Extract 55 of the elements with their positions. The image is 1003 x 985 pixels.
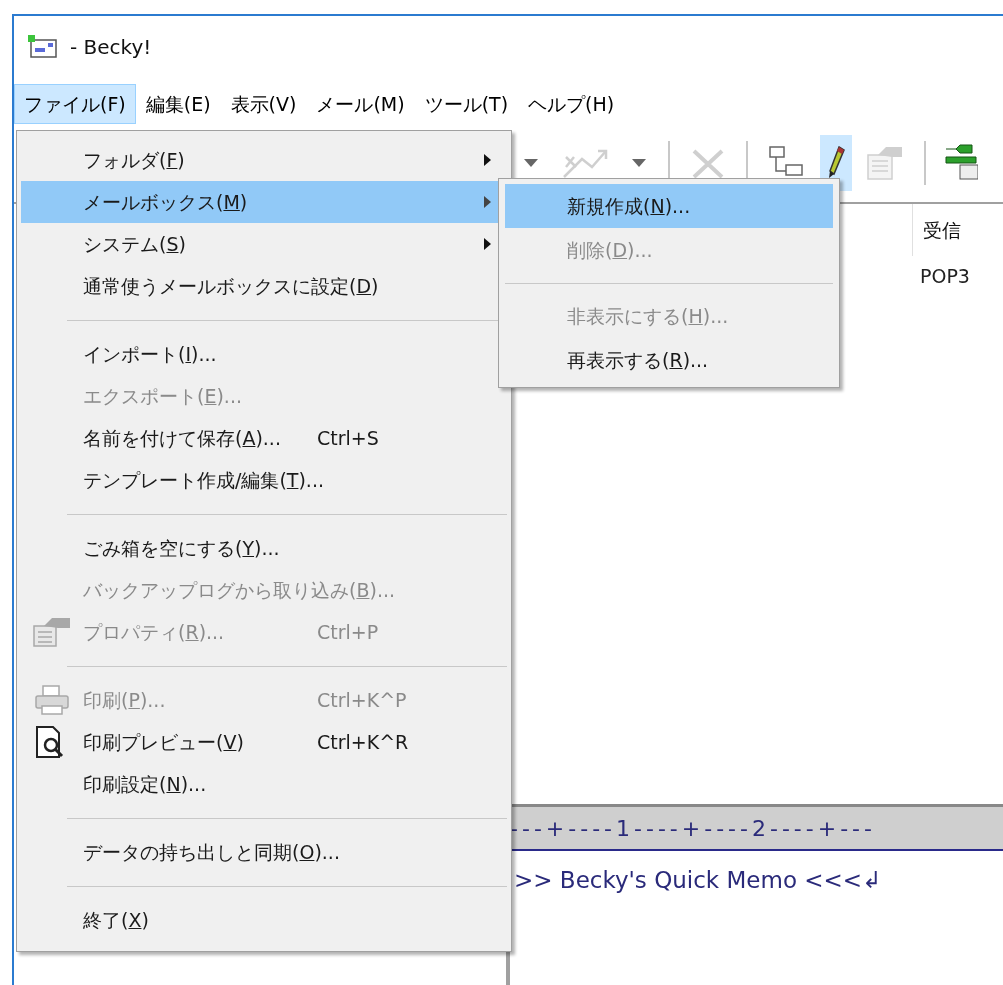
menu-item-label: 名前を付けて保存(A)... (83, 425, 281, 451)
menu-item-label: インポート(I)... (83, 341, 217, 367)
menu-item[interactable]: 名前を付けて保存(A)... Ctrl+S (21, 417, 507, 459)
menu-item[interactable]: ごみ箱を空にする(Y)... (21, 527, 507, 569)
menu-item[interactable]: 終了(X) (21, 899, 507, 941)
submenu-arrow-icon (483, 154, 491, 166)
menu-item-label: 印刷設定(N)... (83, 771, 207, 797)
menu-item-label: テンプレート作成/編集(T)... (83, 467, 324, 493)
menu-item-label: 終了(X) (83, 907, 149, 933)
menu-bar-item[interactable]: 編集(E) (135, 84, 221, 124)
menu-bar-item[interactable]: ツール(T) (414, 84, 519, 124)
submenu-arrow-icon (483, 196, 491, 208)
submenu-arrow-icon (483, 238, 491, 250)
column-header[interactable]: 受信 (923, 215, 961, 245)
menu-item-label: メールボックス(M) (83, 189, 248, 215)
menu-item-label: 再表示する(R)... (567, 347, 709, 373)
menu-item[interactable]: 新規作成(N)... (505, 184, 833, 228)
menu-item-label: 新規作成(N)... (567, 193, 691, 219)
menu-item-label: データの持ち出しと同期(O)... (83, 839, 340, 865)
app-icon (28, 35, 58, 59)
ruler: ---+----1----+----2----+--- (510, 807, 1003, 851)
menu-item[interactable]: 印刷設定(N)... (21, 763, 507, 805)
menu-item[interactable]: 再表示する(R)... (505, 338, 833, 382)
dropdown-caret-icon (524, 159, 538, 167)
menu-bar-item[interactable]: ヘルプ(H) (518, 84, 625, 124)
menu-item-label: プロパティ(R)... (83, 619, 225, 645)
menu-item-label: 通常使うメールボックスに設定(D) (83, 273, 379, 299)
menu-item-label: ごみ箱を空にする(Y)... (83, 535, 280, 561)
shortcut-label: Ctrl+K^P (317, 687, 408, 713)
menu-item[interactable]: フォルダ(F) (21, 139, 507, 181)
menu-bar-item[interactable]: メール(M) (306, 84, 415, 124)
window-title: - Becky! (70, 34, 152, 61)
menu-item-label: エクスポート(E)... (83, 383, 242, 409)
menu-item-label: 印刷(P)... (83, 687, 166, 713)
menu-item[interactable]: データの持ち出しと同期(O)... (21, 831, 507, 873)
table-cell-text: POP3 (920, 263, 970, 289)
shortcut-label: Ctrl+S (317, 425, 380, 451)
menu-item-label: 削除(D)... (567, 237, 653, 263)
menu-item[interactable]: 印刷プレビュー(V) Ctrl+K^R (21, 721, 507, 763)
menu-item-label: バックアップログから取り込み(B)... (83, 577, 395, 603)
menu-item-label: システム(S) (83, 231, 186, 257)
pencil-icon (826, 145, 846, 181)
shortcut-label: Ctrl+K^R (317, 729, 410, 755)
menu-bar-item[interactable]: 表示(V) (220, 84, 307, 124)
memo-text: >> Becky's Quick Memo <<<↲ (514, 867, 882, 893)
shortcut-label: Ctrl+P (317, 619, 380, 645)
menu-item-label: フォルダ(F) (83, 147, 185, 173)
menu-bar-item[interactable]: ファイル(F) (14, 84, 136, 124)
dropdown-caret-icon (632, 159, 646, 167)
menu-item[interactable]: テンプレート作成/編集(T)... (21, 459, 507, 501)
menu-item[interactable]: システム(S) (21, 223, 507, 265)
menu-item-label: 非表示にする(H)... (567, 303, 729, 329)
menu-item-label: 印刷プレビュー(V) (83, 729, 244, 755)
printer-icon (34, 684, 70, 716)
properties-icon (32, 616, 72, 648)
